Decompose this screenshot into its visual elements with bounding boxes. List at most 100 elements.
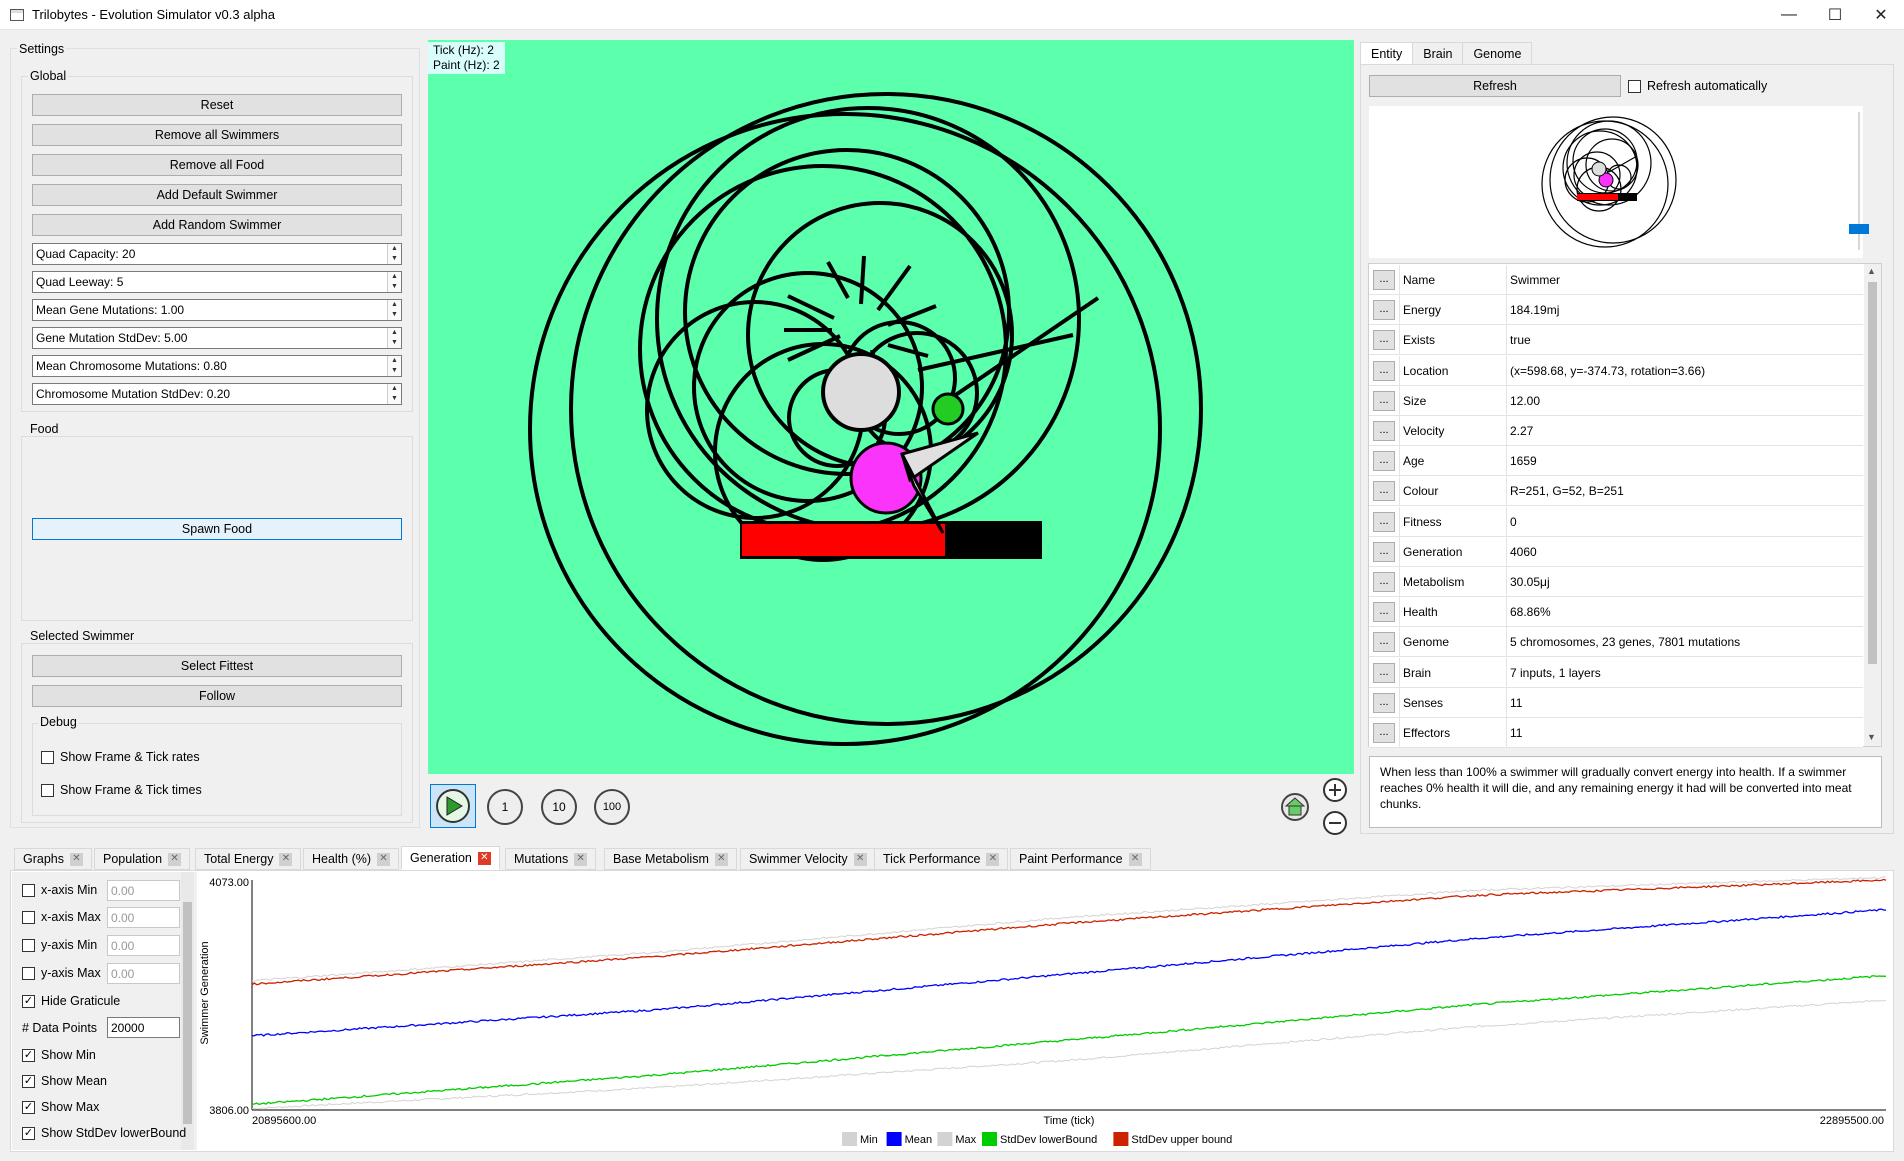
quad-capacity-spinner[interactable]: Quad Capacity: 20 ▲ ▼ [32, 243, 402, 265]
close-icon[interactable]: ✕ [1858, 0, 1904, 30]
tab-entity[interactable]: Entity [1360, 42, 1414, 65]
checkbox-box[interactable]: ✓ [22, 1074, 35, 1088]
simulation-canvas[interactable] [428, 40, 1354, 774]
close-tab-icon[interactable]: ✕ [986, 852, 1000, 866]
graph-tab-base-metabolism[interactable]: Base Metabolism ✕ [604, 848, 737, 870]
y-axis-min-input[interactable]: 0.00 [107, 935, 180, 956]
property-edit-button[interactable]: ... [1373, 692, 1395, 713]
spawn-food-button[interactable]: Spawn Food [32, 518, 402, 540]
graph-tab-paint-performance[interactable]: Paint Performance ✕ [1010, 848, 1151, 870]
tab-genome[interactable]: Genome [1462, 42, 1533, 65]
refresh-automatically-checkbox[interactable]: Refresh automatically [1628, 79, 1767, 93]
x-axis-min-input[interactable]: 0.00 [107, 880, 180, 901]
x-axis-max-option[interactable]: x-axis Max [22, 910, 101, 924]
maximize-icon[interactable]: ☐ [1812, 0, 1858, 30]
home-button[interactable] [1280, 792, 1310, 822]
property-edit-button[interactable]: ... [1373, 270, 1395, 290]
property-edit-button[interactable]: ... [1373, 632, 1395, 653]
mean-gene-mutations-spinner[interactable]: Mean Gene Mutations: 1.00 ▲ ▼ [32, 299, 402, 321]
graph-tab-health[interactable]: Health (%) ✕ [303, 848, 400, 870]
reset-button[interactable]: Reset [32, 94, 402, 116]
close-tab-icon[interactable]: ✕ [1128, 852, 1142, 866]
checkbox-box[interactable]: ✓ [22, 1126, 35, 1140]
step-1-button[interactable]: 1 [487, 789, 523, 825]
spinner-arrows-icon[interactable]: ▲ ▼ [387, 384, 401, 404]
y-axis-max-option[interactable]: y-axis Max [22, 966, 101, 980]
scroll-up-icon[interactable]: ▲ [1867, 266, 1876, 276]
checkbox-box[interactable]: ✓ [22, 1048, 35, 1062]
graph-tab-graphs[interactable]: Graphs ✕ [14, 848, 92, 870]
select-fittest-button[interactable]: Select Fittest [32, 655, 402, 677]
graph-tab-generation[interactable]: Generation ✕ [401, 846, 500, 870]
property-edit-button[interactable]: ... [1373, 300, 1395, 321]
graph-tab-population[interactable]: Population ✕ [94, 848, 191, 870]
show-rates-checkbox[interactable]: Show Frame & Tick rates [41, 750, 200, 764]
spinner-arrows-icon[interactable]: ▲ ▼ [387, 328, 401, 348]
quad-leeway-spinner[interactable]: Quad Leeway: 5 ▲ ▼ [32, 271, 402, 293]
minimize-icon[interactable]: — [1766, 0, 1812, 30]
checkbox-box[interactable]: ✓ [22, 1100, 35, 1114]
close-tab-icon[interactable]: ✕ [377, 852, 391, 866]
property-scrollbar[interactable]: ▲ ▼ [1864, 264, 1881, 746]
graph-tab-mutations[interactable]: Mutations ✕ [505, 848, 597, 870]
step-100-button[interactable]: 100 [594, 789, 630, 825]
property-edit-button[interactable]: ... [1373, 390, 1395, 411]
show-mean-option[interactable]: ✓ Show Mean [22, 1074, 107, 1088]
zoom-out-button[interactable] [1322, 810, 1348, 836]
follow-button[interactable]: Follow [32, 685, 402, 707]
x-axis-max-input[interactable]: 0.00 [107, 907, 180, 928]
close-tab-icon[interactable]: ✕ [477, 851, 491, 865]
checkbox-box[interactable] [22, 938, 35, 952]
mean-chromosome-mutations-spinner[interactable]: Mean Chromosome Mutations: 0.80 ▲ ▼ [32, 355, 402, 377]
tab-brain[interactable]: Brain [1412, 42, 1464, 65]
close-tab-icon[interactable]: ✕ [70, 852, 83, 866]
close-tab-icon[interactable]: ✕ [574, 852, 588, 866]
zoom-slider-handle[interactable] [1849, 224, 1869, 234]
spinner-arrows-icon[interactable]: ▲ ▼ [387, 244, 401, 264]
scrollbar-thumb[interactable] [1868, 282, 1877, 664]
checkbox-box[interactable] [41, 783, 54, 797]
x-axis-min-option[interactable]: x-axis Min [22, 883, 97, 897]
property-edit-button[interactable]: ... [1373, 451, 1395, 472]
graph-tab-total-energy[interactable]: Total Energy ✕ [195, 848, 302, 870]
property-edit-button[interactable]: ... [1373, 541, 1395, 562]
property-edit-button[interactable]: ... [1373, 602, 1395, 623]
close-tab-icon[interactable]: ✕ [714, 852, 728, 866]
spinner-arrows-icon[interactable]: ▲ ▼ [387, 300, 401, 320]
remove-all-swimmers-button[interactable]: Remove all Swimmers [32, 124, 402, 146]
add-random-swimmer-button[interactable]: Add Random Swimmer [32, 214, 402, 236]
property-edit-button[interactable]: ... [1373, 360, 1395, 381]
scrollbar-thumb[interactable] [183, 902, 192, 1124]
close-tab-icon[interactable]: ✕ [168, 852, 182, 866]
gene-mutation-stddev-spinner[interactable]: Gene Mutation StdDev: 5.00 ▲ ▼ [32, 327, 402, 349]
spinner-arrows-icon[interactable]: ▲ ▼ [387, 356, 401, 376]
refresh-button[interactable]: Refresh [1369, 75, 1621, 97]
hide-graticule-option[interactable]: ✓ Hide Graticule [22, 994, 120, 1008]
y-axis-max-input[interactable]: 0.00 [107, 963, 180, 984]
add-default-swimmer-button[interactable]: Add Default Swimmer [32, 184, 402, 206]
property-edit-button[interactable]: ... [1373, 481, 1395, 502]
play-button[interactable] [430, 784, 476, 828]
property-edit-button[interactable]: ... [1373, 330, 1395, 351]
spinner-arrows-icon[interactable]: ▲ ▼ [387, 272, 401, 292]
scroll-down-icon[interactable]: ▼ [1867, 732, 1876, 742]
close-tab-icon[interactable]: ✕ [853, 852, 867, 866]
property-edit-button[interactable]: ... [1373, 511, 1395, 532]
step-10-button[interactable]: 10 [541, 789, 577, 825]
property-edit-button[interactable]: ... [1373, 723, 1395, 743]
checkbox-box[interactable] [1628, 79, 1641, 93]
graph-tab-swimmer-velocity[interactable]: Swimmer Velocity ✕ [740, 848, 876, 870]
property-edit-button[interactable]: ... [1373, 662, 1395, 683]
show-stddev-lower-option[interactable]: ✓ Show StdDev lowerBound [22, 1126, 186, 1140]
graph-tab-tick-performance[interactable]: Tick Performance ✕ [874, 848, 1009, 870]
property-edit-button[interactable]: ... [1373, 572, 1395, 592]
show-times-checkbox[interactable]: Show Frame & Tick times [41, 783, 202, 797]
checkbox-box[interactable]: ✓ [22, 994, 35, 1008]
close-tab-icon[interactable]: ✕ [279, 852, 293, 866]
zoom-in-button[interactable] [1322, 777, 1348, 803]
checkbox-box[interactable] [41, 750, 54, 764]
chromosome-mutation-stddev-spinner[interactable]: Chromosome Mutation StdDev: 0.20 ▲ ▼ [32, 383, 402, 405]
options-scrollbar[interactable] [181, 872, 194, 1150]
property-edit-button[interactable]: ... [1373, 421, 1395, 441]
y-axis-min-option[interactable]: y-axis Min [22, 938, 97, 952]
